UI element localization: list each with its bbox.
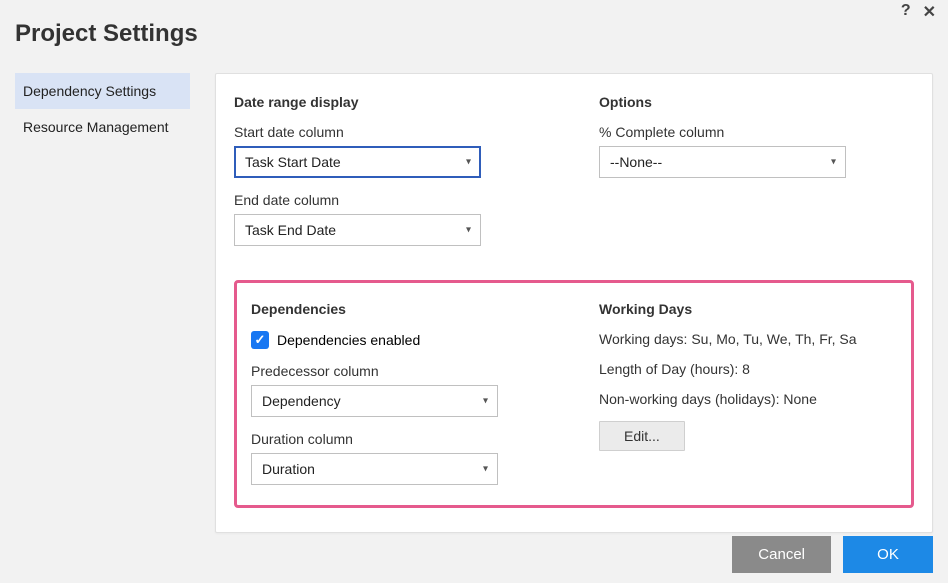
cancel-button[interactable]: Cancel xyxy=(732,536,831,573)
dependencies-enabled-label: Dependencies enabled xyxy=(277,332,420,348)
options-header: Options xyxy=(599,94,914,110)
pct-complete-label: % Complete column xyxy=(599,124,914,140)
pct-complete-select[interactable]: --None-- xyxy=(599,146,846,178)
length-of-day-line: Length of Day (hours): 8 xyxy=(599,361,897,377)
end-date-select[interactable]: Task End Date xyxy=(234,214,481,246)
duration-label: Duration column xyxy=(251,431,549,447)
date-range-header: Date range display xyxy=(234,94,549,110)
ok-button[interactable]: OK xyxy=(843,536,933,573)
working-days-header: Working Days xyxy=(599,301,897,317)
working-days-line: Working days: Su, Mo, Tu, We, Th, Fr, Sa xyxy=(599,331,897,347)
highlighted-section: Dependencies ✓ Dependencies enabled Pred… xyxy=(234,280,914,508)
close-icon[interactable]: ✕ xyxy=(923,2,936,22)
help-icon[interactable]: ? xyxy=(901,2,911,22)
sidebar-item-dependency-settings[interactable]: Dependency Settings xyxy=(15,73,190,109)
start-date-label: Start date column xyxy=(234,124,549,140)
duration-select[interactable]: Duration xyxy=(251,453,498,485)
sidebar-item-resource-management[interactable]: Resource Management xyxy=(15,109,190,145)
dependencies-header: Dependencies xyxy=(251,301,549,317)
edit-working-days-button[interactable]: Edit... xyxy=(599,421,685,451)
sidebar: Dependency Settings Resource Management xyxy=(15,73,190,533)
predecessor-label: Predecessor column xyxy=(251,363,549,379)
settings-panel: Date range display Start date column Tas… xyxy=(215,73,933,533)
start-date-select[interactable]: Task Start Date xyxy=(234,146,481,178)
page-title: Project Settings xyxy=(0,0,948,48)
non-working-days-line: Non-working days (holidays): None xyxy=(599,391,897,407)
dependencies-enabled-checkbox[interactable]: ✓ xyxy=(251,331,269,349)
predecessor-select[interactable]: Dependency xyxy=(251,385,498,417)
end-date-label: End date column xyxy=(234,192,549,208)
